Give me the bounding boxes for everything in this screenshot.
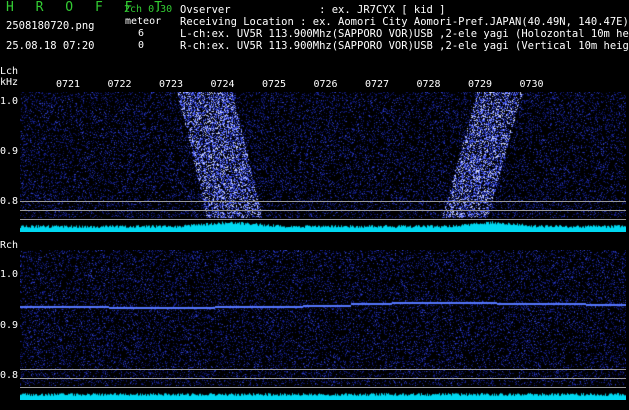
time-tick-0730: 0730 [519, 79, 544, 90]
time-tick-0728: 0728 [416, 79, 441, 90]
rch-threshold-line [20, 387, 626, 388]
rch-threshold-line [20, 369, 626, 370]
meteor-label: meteor [125, 16, 162, 27]
lch-threshold-line [20, 210, 626, 211]
lch-threshold-line [20, 219, 626, 220]
meteor-count-l: 6 [138, 28, 145, 39]
rch-info: R-ch:ex. UV5R 113.900Mhz(SAPPORO VOR)USB… [180, 40, 629, 52]
time-tick-0723: 0723 [158, 79, 184, 90]
lch-ytick-3: 0.8 [0, 196, 19, 207]
channel-mode: 2ch 0.30 [124, 4, 173, 15]
rch-ytick-2: 0.9 [0, 320, 19, 331]
rch-ytick-3: 0.8 [0, 370, 19, 381]
time-tick-0724: 0724 [210, 79, 235, 90]
meteor-count-r: 0 [138, 40, 145, 51]
rch-label: Rch [0, 240, 19, 251]
lch-ytick-2: 0.9 [0, 146, 19, 157]
lch-label: Lch [0, 66, 19, 77]
time-tick-0726: 0726 [313, 79, 338, 90]
rch-ytick-1: 1.0 [0, 269, 19, 280]
time-tick-0721: 0721 [55, 79, 81, 90]
time-tick-0729: 0729 [467, 79, 493, 90]
time-tick-0727: 0727 [364, 79, 390, 90]
timestamp: 25.08.18 07:20 [6, 40, 95, 52]
location-info: Receiving Location : ex. Aomori City Aom… [180, 16, 629, 28]
lch-info: L-ch:ex. UV5R 113.900Mhz(SAPPORO VOR)USB… [180, 28, 629, 40]
lch-ytick-1: 1.0 [0, 96, 19, 107]
time-axis: 0721 0722 0723 0724 0725 0726 0727 0728 0729 0730 [0, 79, 629, 91]
rch-spectrogram [20, 250, 626, 400]
time-tick-0722: 0722 [107, 79, 132, 90]
rch-threshold-line [20, 378, 626, 379]
filename: 2508180720.png [6, 20, 95, 32]
time-tick-0725: 0725 [261, 79, 287, 90]
observer-info: Ovserver : ex. JR7CYX [ kid ] [180, 4, 446, 16]
lch-spectrogram [20, 92, 626, 232]
lch-threshold-line [20, 201, 626, 202]
